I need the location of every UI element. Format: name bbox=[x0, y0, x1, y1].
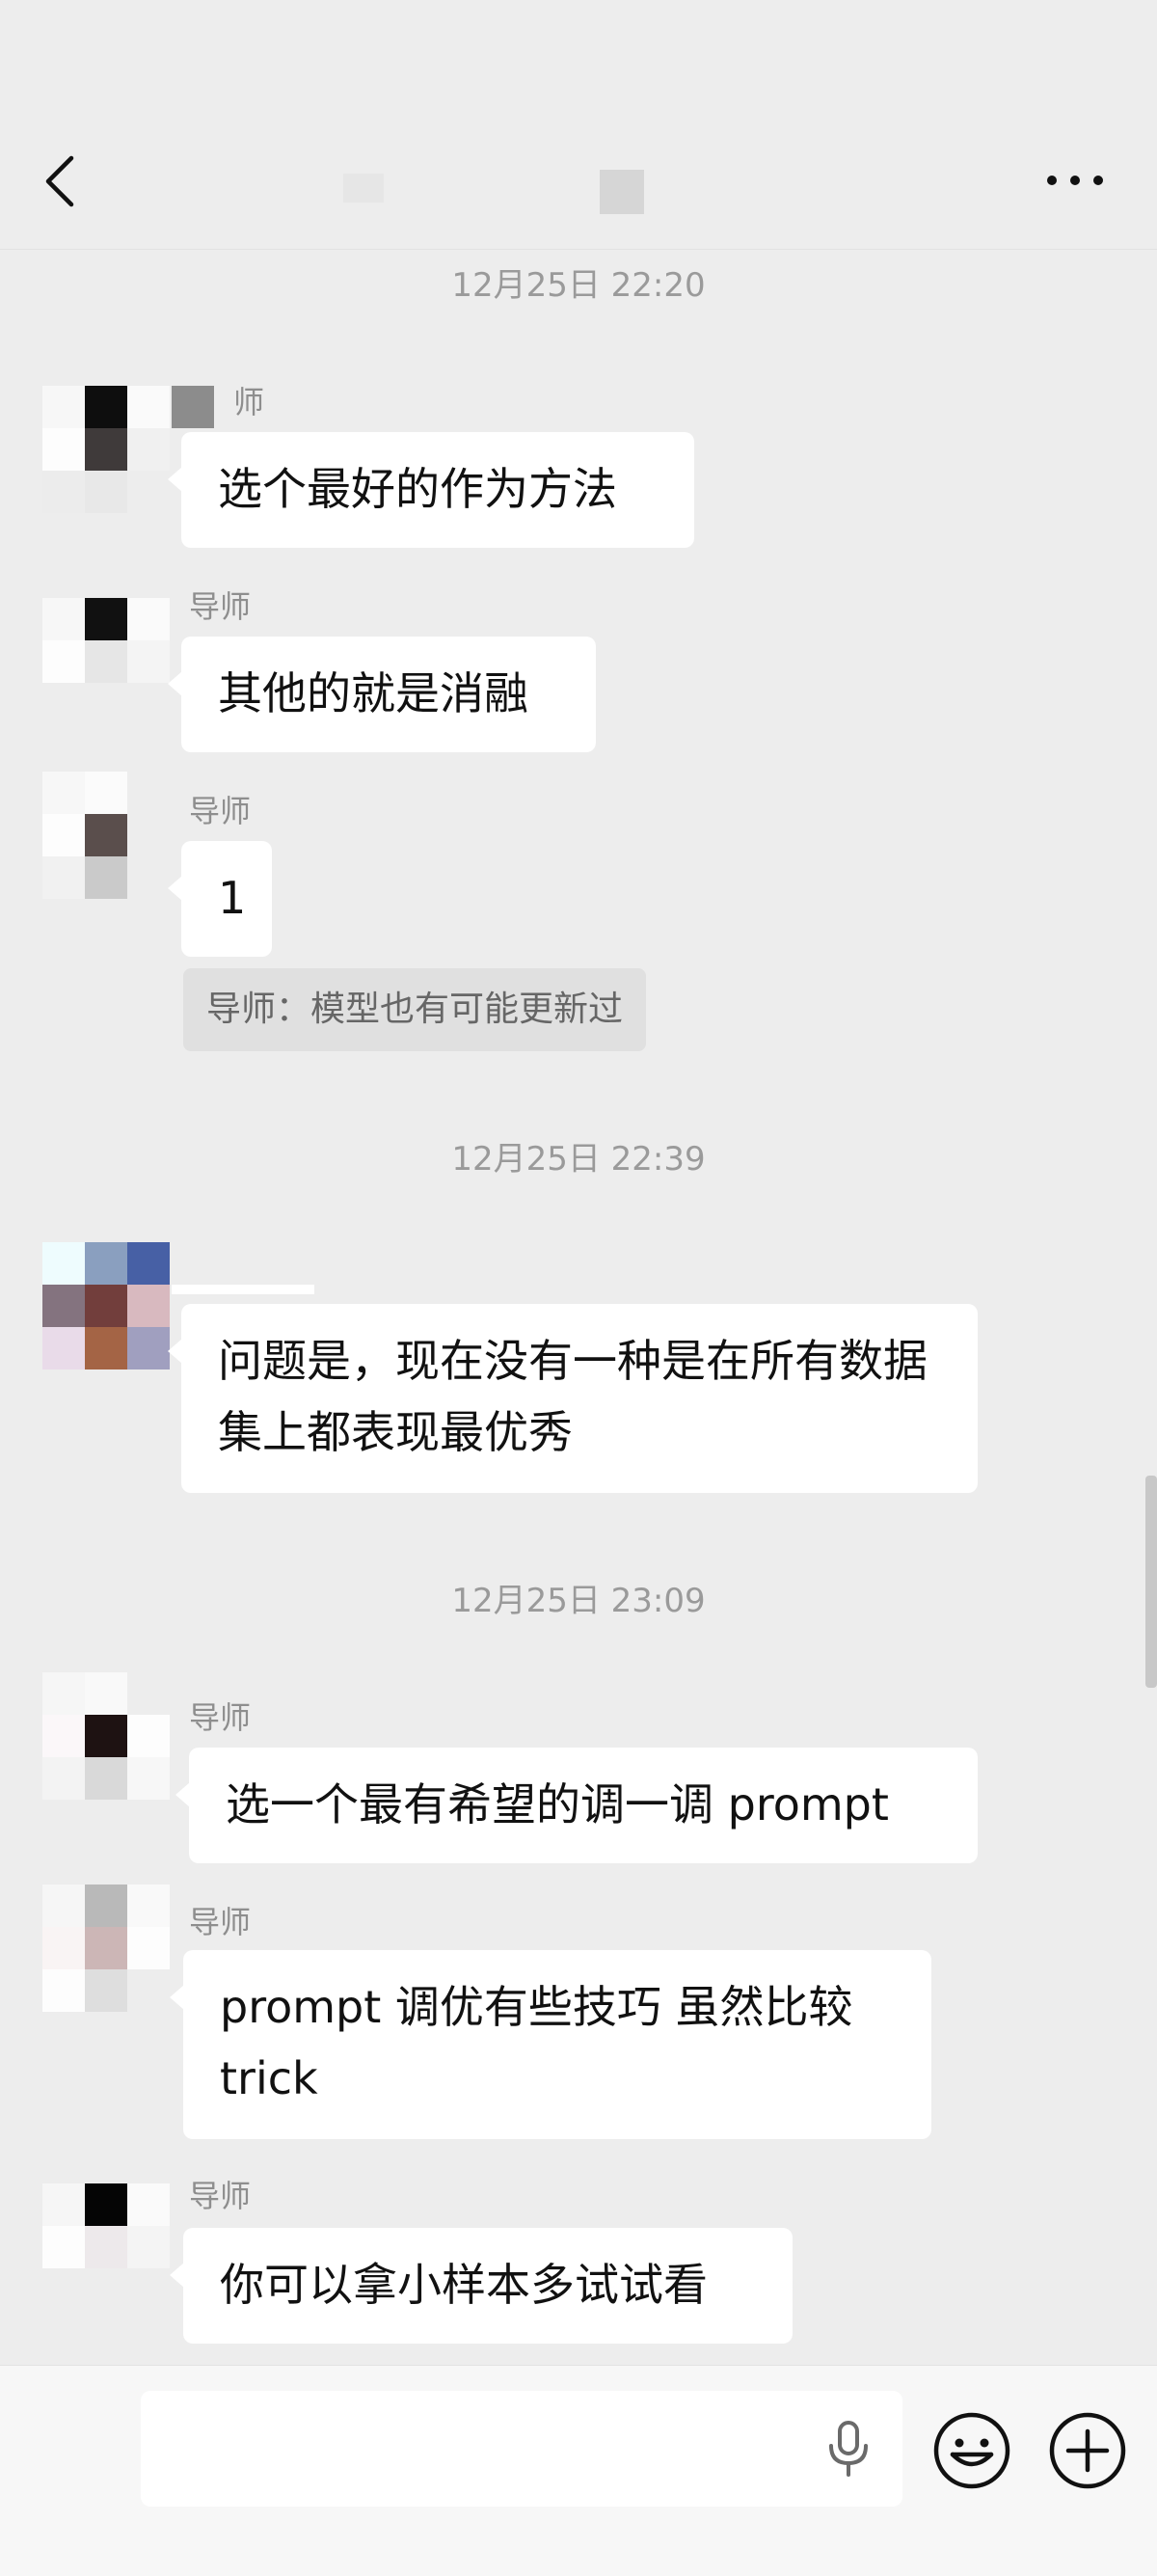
sender-name: 导师 bbox=[189, 588, 252, 625]
back-button[interactable] bbox=[39, 152, 81, 210]
message-bubble[interactable]: 问题是，现在没有一种是在所有数据集上都表现最优秀 bbox=[168, 1304, 978, 1493]
scrollbar-thumb[interactable] bbox=[1145, 1476, 1157, 1688]
chat-header bbox=[0, 0, 1157, 250]
avatar[interactable] bbox=[42, 2183, 172, 2313]
message-bubble[interactable]: 其他的就是消融 bbox=[168, 637, 596, 752]
avatar[interactable] bbox=[42, 386, 172, 515]
sender-name: 导师 bbox=[189, 793, 252, 829]
sender-name: 导师 bbox=[189, 1699, 252, 1736]
sender-name: 导师 bbox=[189, 1904, 252, 1940]
avatar[interactable] bbox=[42, 1242, 172, 1371]
timestamp: 12月25日 22:20 bbox=[451, 266, 706, 305]
avatar[interactable] bbox=[42, 1672, 172, 1802]
avatar[interactable] bbox=[42, 598, 172, 727]
chat-title-redacted-2 bbox=[600, 170, 644, 214]
quoted-message[interactable]: 导师：模型也有可能更新过 bbox=[183, 968, 647, 1051]
sender-name: 导师 bbox=[189, 2178, 252, 2214]
emoji-button[interactable] bbox=[931, 2410, 1012, 2491]
plus-circle-icon bbox=[1049, 2412, 1126, 2489]
message-bubble[interactable]: 你可以拿小样本多试试看 bbox=[170, 2228, 793, 2344]
microphone-icon[interactable] bbox=[821, 2419, 875, 2479]
chevron-left-icon bbox=[45, 155, 74, 207]
avatar[interactable] bbox=[42, 772, 172, 901]
message-bubble[interactable]: 选个最好的作为方法 bbox=[168, 432, 694, 548]
message-input[interactable] bbox=[141, 2391, 902, 2507]
name-redaction bbox=[172, 386, 214, 428]
timestamp: 12月25日 22:39 bbox=[451, 1140, 706, 1179]
input-bar bbox=[0, 2365, 1157, 2576]
message-bubble[interactable]: 选一个最有希望的调一调 prompt bbox=[175, 1748, 978, 1863]
message-bubble[interactable]: prompt 调优有些技巧 虽然比较trick bbox=[170, 1950, 931, 2139]
avatar[interactable] bbox=[42, 1885, 172, 2014]
timestamp: 12月25日 23:09 bbox=[451, 1582, 706, 1620]
message-bubble[interactable]: 1 bbox=[168, 841, 272, 957]
name-redaction bbox=[172, 1285, 314, 1294]
sender-name: 师 bbox=[233, 384, 265, 420]
chat-title-redacted bbox=[343, 174, 384, 203]
more-button[interactable] bbox=[1041, 166, 1109, 195]
emoji-icon bbox=[933, 2412, 1010, 2489]
more-dots-icon bbox=[1047, 176, 1103, 185]
plus-button[interactable] bbox=[1047, 2410, 1128, 2491]
